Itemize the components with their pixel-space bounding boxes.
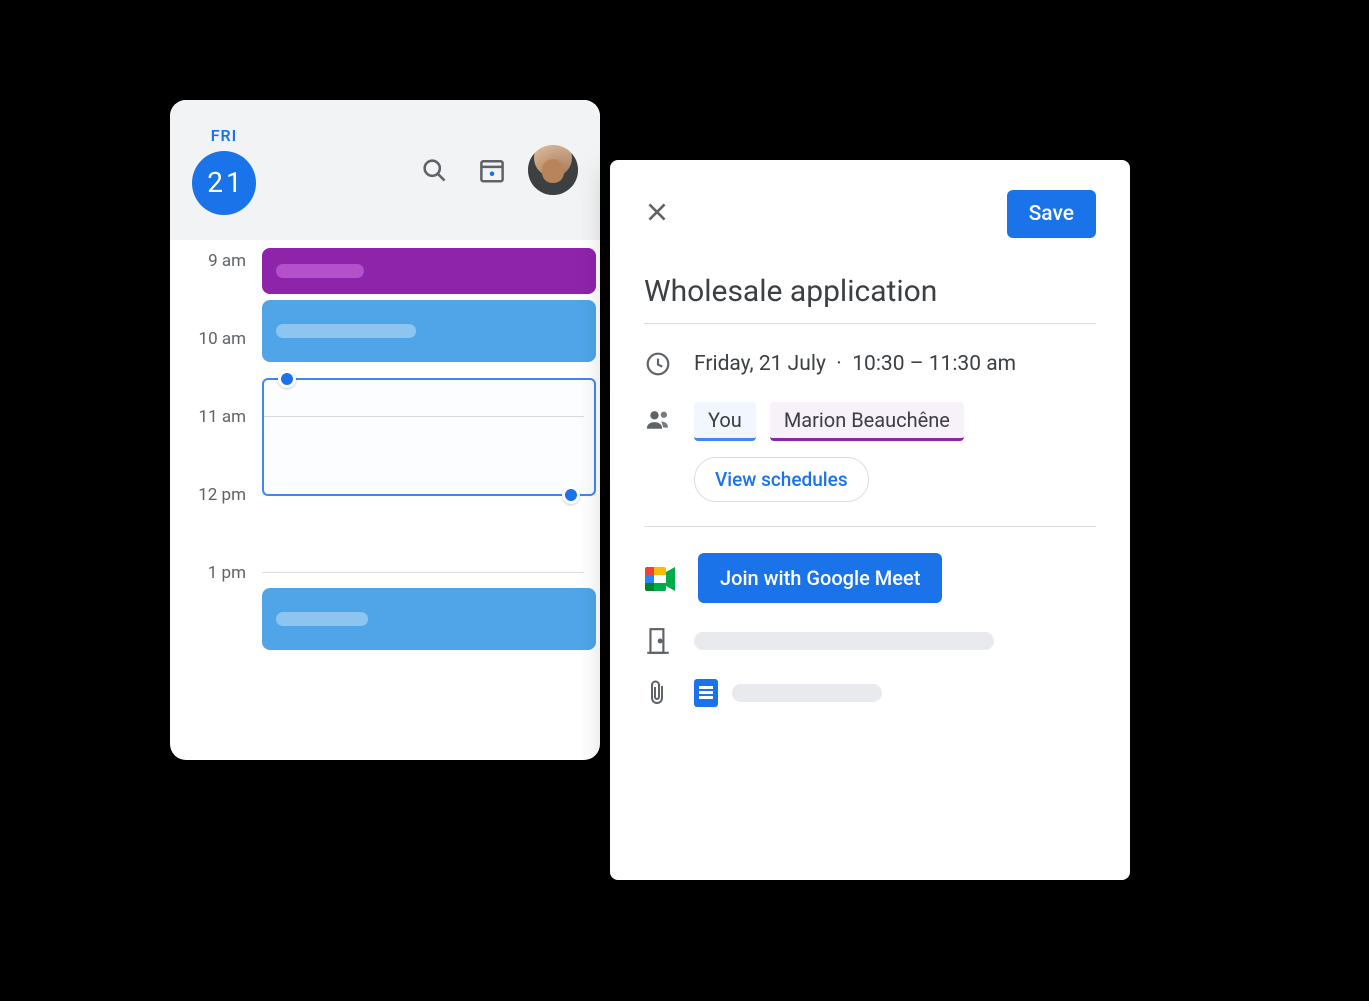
attachment-icon — [644, 679, 672, 707]
avatar[interactable] — [528, 145, 578, 195]
divider — [644, 526, 1096, 527]
search-icon[interactable] — [412, 148, 456, 192]
event-block[interactable] — [262, 588, 596, 650]
event-date: Friday, 21 July — [694, 352, 826, 376]
time-label: 1 pm — [170, 563, 258, 583]
join-google-meet-button[interactable]: Join with Google Meet — [698, 553, 942, 603]
event-time-row[interactable]: Friday, 21 July · 10:30 – 11:30 am — [644, 350, 1096, 378]
view-schedules-button[interactable]: View schedules — [694, 457, 869, 502]
time-label: 10 am — [170, 329, 258, 349]
event-time-range: 10:30 – 11:30 am — [852, 352, 1016, 376]
attendee-chip-guest[interactable]: Marion Beauchêne — [770, 402, 964, 441]
calendar-day-card: FRI 21 9 am 10 am 11 am — [170, 100, 600, 760]
people-icon — [644, 406, 672, 434]
calendar-header: FRI 21 — [170, 100, 600, 240]
weekday-label: FRI — [211, 126, 238, 145]
event-block[interactable] — [262, 300, 596, 362]
event-detail-card: Save Wholesale application Friday, 21 Ju… — [610, 160, 1130, 880]
time-label: 11 am — [170, 407, 258, 427]
save-button[interactable]: Save — [1007, 190, 1096, 238]
day-number: 21 — [192, 151, 256, 215]
close-icon[interactable] — [644, 199, 670, 230]
calendar-grid[interactable]: 9 am 10 am 11 am 12 pm 1 pm — [170, 240, 600, 730]
attachment-placeholder[interactable] — [732, 684, 882, 702]
attendee-chip-you[interactable]: You — [694, 402, 756, 441]
clock-icon — [644, 350, 672, 378]
room-icon — [644, 627, 672, 655]
google-meet-icon — [644, 565, 676, 591]
room-placeholder[interactable] — [694, 632, 994, 650]
event-title-input[interactable]: Wholesale application — [644, 274, 1096, 324]
drag-handle-bottom[interactable] — [562, 486, 580, 504]
event-block[interactable] — [262, 248, 596, 294]
date-chip[interactable]: FRI 21 — [192, 126, 256, 215]
time-label: 12 pm — [170, 485, 258, 505]
event-title-placeholder — [276, 324, 416, 338]
event-title-placeholder — [276, 612, 368, 626]
event-selection[interactable] — [262, 378, 596, 496]
event-title-placeholder — [276, 264, 364, 278]
docs-icon[interactable] — [694, 679, 718, 707]
time-label: 9 am — [170, 251, 258, 271]
drag-handle-top[interactable] — [278, 370, 296, 388]
today-icon[interactable] — [470, 148, 514, 192]
